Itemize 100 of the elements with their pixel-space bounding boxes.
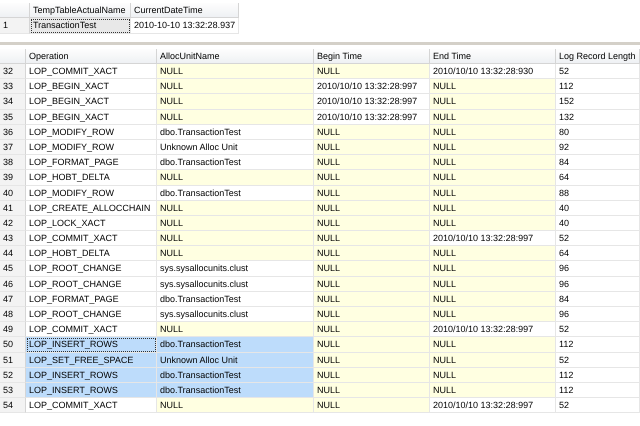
table-cell: LOP_MODIFY_ROW	[26, 186, 157, 201]
row-number: 45	[0, 261, 26, 277]
table-cell: NULL	[430, 186, 556, 201]
table-cell: LOP_ROOT_CHANGE	[26, 261, 157, 277]
table-cell: NULL	[157, 170, 314, 186]
header-corner[interactable]	[0, 3, 30, 18]
row-number: 43	[0, 231, 26, 246]
table-cell: LOP_ROOT_CHANGE	[26, 276, 157, 292]
column-header[interactable]: AllocUnitName	[157, 49, 314, 64]
table-cell: NULL	[314, 322, 430, 338]
table-cell: LOP_INSERT_ROWS	[26, 337, 157, 353]
table-cell: NULL	[157, 200, 314, 216]
table-cell: LOP_HOBT_DELTA	[26, 246, 157, 262]
table-cell: 132	[556, 110, 640, 125]
column-header[interactable]: TempTableActualName	[30, 3, 131, 18]
table-cell: 2010/10/10 13:32:28:997	[430, 398, 556, 414]
column-header[interactable]: Begin Time	[314, 49, 430, 64]
table-cell: NULL	[157, 216, 314, 232]
table-cell: LOP_CREATE_ALLOCCHAIN	[26, 200, 157, 216]
row-number: 54	[0, 398, 26, 414]
table-cell: 96	[556, 276, 640, 292]
table-cell: NULL	[430, 200, 556, 216]
table-cell: NULL	[157, 94, 314, 110]
table-cell: NULL	[314, 170, 430, 186]
table-cell: NULL	[314, 140, 430, 156]
row-number: 34	[0, 94, 26, 110]
row-number: 53	[0, 382, 26, 398]
table-cell: NULL	[430, 124, 556, 140]
table-cell: NULL	[157, 79, 314, 94]
table-cell: LOP_FORMAT_PAGE	[26, 155, 157, 170]
table-cell: dbo.TransactionTest	[157, 124, 314, 140]
table-cell: TransactionTest	[30, 18, 131, 34]
table-cell: NULL	[314, 337, 430, 353]
row-number: 47	[0, 292, 26, 307]
table-cell: NULL	[314, 200, 430, 216]
column-header[interactable]: CurrentDateTime	[131, 3, 239, 18]
table-cell: 112	[556, 368, 640, 383]
table-cell: 112	[556, 382, 640, 398]
table-cell: NULL	[157, 64, 314, 80]
header-corner[interactable]	[0, 49, 26, 64]
table-cell: LOP_COMMIT_XACT	[26, 231, 157, 246]
table-cell: NULL	[430, 276, 556, 292]
table-cell: LOP_HOBT_DELTA	[26, 170, 157, 186]
table-cell: LOP_BEGIN_XACT	[26, 94, 157, 110]
table-cell: 112	[556, 337, 640, 353]
table-cell: 84	[556, 292, 640, 307]
row-number: 48	[0, 307, 26, 322]
table-cell: 52	[556, 64, 640, 80]
table-cell: LOP_INSERT_ROWS	[26, 382, 157, 398]
table-cell: 64	[556, 170, 640, 186]
table-cell: NULL	[314, 231, 430, 246]
table-cell: LOP_ROOT_CHANGE	[26, 307, 157, 322]
row-number: 33	[0, 79, 26, 94]
table-cell: NULL	[314, 368, 430, 383]
table-cell: NULL	[157, 110, 314, 125]
table-cell: 52	[556, 352, 640, 368]
table-cell: NULL	[314, 398, 430, 414]
column-header[interactable]: Operation	[26, 49, 157, 64]
table-cell: 152	[556, 94, 640, 110]
table-cell: NULL	[314, 186, 430, 201]
table-cell: NULL	[430, 110, 556, 125]
table-cell: NULL	[430, 155, 556, 170]
table-cell: 64	[556, 246, 640, 262]
column-header[interactable]: End Time	[430, 49, 556, 64]
table-cell: 80	[556, 124, 640, 140]
column-header[interactable]: Log Record Length	[556, 49, 640, 64]
table-cell: NULL	[314, 382, 430, 398]
table-cell: NULL	[314, 261, 430, 277]
table-cell: NULL	[430, 79, 556, 94]
table-cell: Unknown Alloc Unit	[157, 140, 314, 156]
table-cell: dbo.TransactionTest	[157, 382, 314, 398]
table-cell: NULL	[430, 382, 556, 398]
table-cell: LOP_MODIFY_ROW	[26, 124, 157, 140]
table-cell: NULL	[430, 352, 556, 368]
table-cell: LOP_COMMIT_XACT	[26, 398, 157, 414]
table-cell: LOP_SET_FREE_SPACE	[26, 352, 157, 368]
table-cell: NULL	[430, 368, 556, 383]
table-cell: 40	[556, 200, 640, 216]
row-number: 42	[0, 216, 26, 232]
table-cell: NULL	[430, 216, 556, 232]
table-cell: LOP_MODIFY_ROW	[26, 140, 157, 156]
table-cell: NULL	[157, 322, 314, 338]
table-cell: 88	[556, 186, 640, 201]
table-cell: NULL	[314, 292, 430, 307]
table-cell: 2010-10-10 13:32:28.937	[131, 18, 239, 34]
table-cell: LOP_BEGIN_XACT	[26, 79, 157, 94]
table-cell: NULL	[157, 231, 314, 246]
table-cell: NULL	[314, 246, 430, 262]
row-number: 44	[0, 246, 26, 262]
table-cell: dbo.TransactionTest	[157, 337, 314, 353]
table-cell: dbo.TransactionTest	[157, 368, 314, 383]
table-cell: 52	[556, 231, 640, 246]
table-cell: NULL	[314, 216, 430, 232]
table-cell: LOP_BEGIN_XACT	[26, 110, 157, 125]
row-number: 51	[0, 352, 26, 368]
row-number: 41	[0, 200, 26, 216]
table-cell: NULL	[430, 261, 556, 277]
table-cell: Unknown Alloc Unit	[157, 352, 314, 368]
table-cell: NULL	[314, 155, 430, 170]
row-number: 38	[0, 155, 26, 170]
